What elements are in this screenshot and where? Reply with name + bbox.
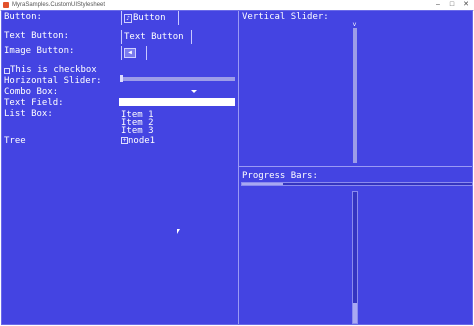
horizontal-progress-bar (241, 182, 473, 186)
text-button-text: Text Button (124, 32, 184, 42)
vertical-slider-label: Vertical Slider: (242, 12, 329, 22)
app-surface: Button: ♪ Button Text Button: Text Butto… (1, 10, 473, 325)
icon-button[interactable]: ♪ Button (121, 11, 179, 25)
expand-icon[interactable]: + (121, 137, 128, 144)
vertical-progress-fill (353, 303, 357, 323)
combo-box-label: Combo Box: (4, 87, 59, 97)
window-title: MyraSamples.CustomUIStylesheet (12, 2, 106, 8)
app-icon (3, 2, 9, 8)
speaker-icon: ◀ (124, 48, 136, 58)
horizontal-progress-fill (242, 183, 284, 185)
mouse-cursor-icon (177, 229, 180, 234)
window-controls: – □ ✕ (433, 1, 471, 9)
restore-button[interactable]: □ (447, 1, 457, 9)
text-field[interactable] (119, 98, 235, 106)
button-label: Button: (4, 12, 42, 22)
minimize-button[interactable]: – (433, 1, 443, 9)
text-button-label: Text Button: (4, 31, 70, 41)
horizontal-divider (239, 166, 472, 167)
close-button[interactable]: ✕ (461, 1, 471, 9)
vertical-slider-thumb[interactable]: ˅ (351, 22, 358, 29)
horizontal-slider-thumb[interactable] (120, 75, 123, 82)
tree-label: Tree (4, 136, 26, 146)
chevron-down-icon[interactable] (191, 90, 197, 93)
image-button-label: Image Button: (4, 46, 75, 56)
vertical-progress-bar (352, 191, 358, 324)
text-button[interactable]: Text Button (121, 30, 192, 44)
music-note-icon: ♪ (124, 13, 132, 23)
list-item[interactable]: Item 3 (121, 126, 154, 136)
progress-bars-label: Progress Bars: (242, 171, 318, 181)
text-field-label: Text Field: (4, 98, 64, 108)
checkbox-label[interactable]: This is checkbox (10, 65, 97, 75)
vertical-divider (238, 11, 239, 324)
tree-node[interactable]: node1 (128, 136, 155, 146)
list-box-label: List Box: (4, 109, 53, 119)
vertical-slider-track[interactable] (353, 28, 357, 163)
image-button[interactable]: ◀ (121, 46, 147, 60)
horizontal-slider-track[interactable] (122, 77, 235, 81)
horizontal-slider-label: Horizontal Slider: (4, 76, 102, 86)
button-text: Button (133, 13, 166, 23)
